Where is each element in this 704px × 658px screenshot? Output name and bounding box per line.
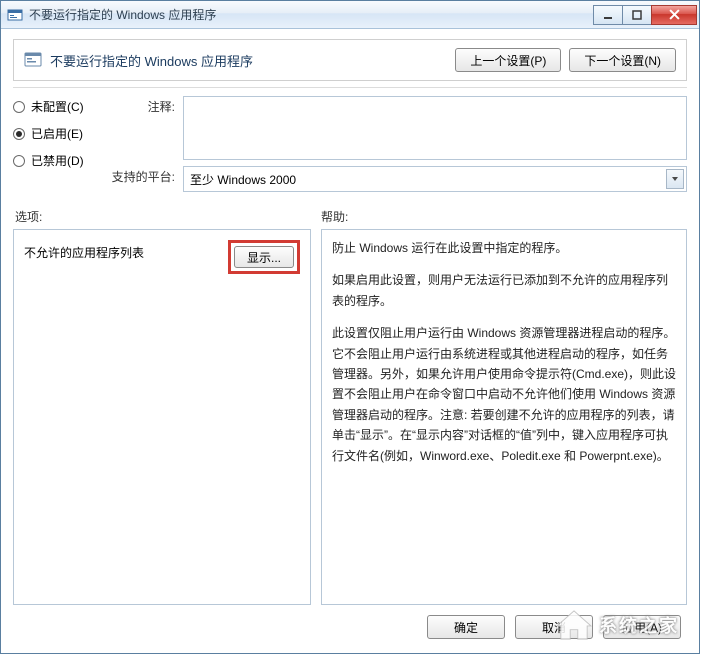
maximize-button[interactable] [622, 5, 652, 25]
radio-icon [13, 155, 25, 167]
show-button[interactable]: 显示... [234, 246, 294, 268]
panes: 不允许的应用程序列表 显示... 防止 Windows 运行在此设置中指定的程序… [13, 229, 687, 605]
close-button[interactable] [651, 5, 697, 25]
help-section-label: 帮助: [313, 208, 687, 225]
help-pane[interactable]: 防止 Windows 运行在此设置中指定的程序。 如果启用此设置，则用户无法运行… [321, 229, 687, 605]
help-paragraph: 防止 Windows 运行在此设置中指定的程序。 [332, 238, 676, 258]
chevron-down-icon[interactable] [666, 169, 684, 189]
comment-textarea[interactable] [183, 96, 687, 160]
cancel-button[interactable]: 取消 [515, 615, 593, 639]
fields-grid: 注释: 支持的平台: 至少 Windows 2000 [111, 96, 687, 192]
section-labels: 选项: 帮助: [13, 208, 687, 225]
state-radio-group: 未配置(C) 已启用(E) 已禁用(D) [13, 96, 111, 192]
policy-icon [24, 51, 42, 69]
next-setting-button[interactable]: 下一个设置(N) [569, 48, 676, 72]
radio-enabled[interactable]: 已启用(E) [13, 125, 111, 142]
help-paragraph: 此设置仅阻止用户运行由 Windows 资源管理器进程启动的程序。它不会阻止用户… [332, 323, 676, 466]
radio-icon [13, 128, 25, 140]
dialog-window: 不要运行指定的 Windows 应用程序 不要运行指 [0, 0, 700, 654]
platform-label: 支持的平台: [111, 166, 183, 185]
minimize-button[interactable] [593, 5, 623, 25]
radio-disabled[interactable]: 已禁用(D) [13, 152, 111, 169]
ok-button[interactable]: 确定 [427, 615, 505, 639]
dialog-footer: 确定 取消 应用(A) 系统之家 [13, 605, 687, 647]
platform-field[interactable]: 至少 Windows 2000 [183, 166, 687, 192]
radio-label: 已禁用(D) [31, 152, 84, 169]
title-bar[interactable]: 不要运行指定的 Windows 应用程序 [1, 1, 699, 29]
window-buttons [594, 5, 697, 25]
help-paragraph: 如果启用此设置，则用户无法运行已添加到不允许的应用程序列表的程序。 [332, 270, 676, 311]
prev-setting-button[interactable]: 上一个设置(P) [455, 48, 561, 72]
comment-label: 注释: [111, 96, 183, 115]
radio-label: 已启用(E) [31, 125, 83, 142]
app-icon [7, 7, 23, 23]
policy-header: 不要运行指定的 Windows 应用程序 上一个设置(P) 下一个设置(N) [13, 39, 687, 81]
disallowed-list-label: 不允许的应用程序列表 [24, 240, 228, 261]
radio-icon [13, 101, 25, 113]
window-title: 不要运行指定的 Windows 应用程序 [29, 6, 594, 23]
platform-value: 至少 Windows 2000 [190, 173, 296, 187]
policy-title: 不要运行指定的 Windows 应用程序 [50, 51, 447, 70]
radio-unconfigured[interactable]: 未配置(C) [13, 98, 111, 115]
options-section-label: 选项: [13, 208, 313, 225]
client-area: 不要运行指定的 Windows 应用程序 上一个设置(P) 下一个设置(N) 未… [1, 29, 699, 653]
config-block: 未配置(C) 已启用(E) 已禁用(D) 注释: 支持的平台: 至少 Windo… [13, 87, 687, 192]
radio-label: 未配置(C) [31, 98, 84, 115]
show-button-highlight: 显示... [228, 240, 300, 274]
options-pane: 不允许的应用程序列表 显示... [13, 229, 311, 605]
apply-button[interactable]: 应用(A) [603, 615, 681, 639]
